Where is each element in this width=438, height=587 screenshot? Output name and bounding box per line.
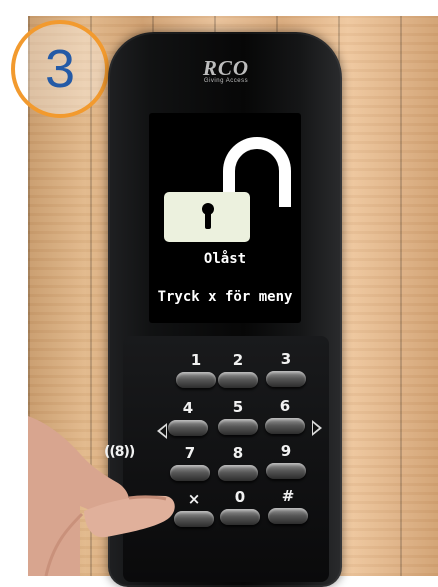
key-cap	[218, 465, 258, 481]
key-1[interactable]: 1	[172, 351, 220, 391]
key-cap	[218, 419, 258, 435]
key-hash[interactable]: #	[264, 487, 312, 527]
key-cap	[265, 418, 305, 434]
menu-prompt-text: Tryck x för meny	[157, 289, 293, 305]
key-label: 6	[279, 397, 291, 415]
key-6[interactable]: 6	[261, 397, 309, 437]
brand-tagline: Giving Access	[203, 78, 249, 84]
key-9[interactable]: 9	[262, 442, 310, 482]
key-cap	[218, 372, 258, 388]
step-number: 3	[44, 39, 76, 99]
unlocked-padlock-icon	[164, 192, 250, 242]
key-label: 5	[232, 398, 244, 416]
key-cap	[174, 511, 214, 527]
key-3[interactable]: 3	[262, 350, 310, 390]
key-cap	[266, 463, 306, 479]
key-cap	[176, 372, 216, 388]
key-label: 9	[280, 442, 292, 460]
key-0[interactable]: 0	[216, 488, 264, 528]
key-8[interactable]: 8	[214, 444, 262, 484]
key-2[interactable]: 2	[214, 351, 262, 391]
key-cap	[266, 371, 306, 387]
keyhole-icon	[200, 203, 216, 230]
hand-pressing-key	[28, 416, 175, 576]
key-5[interactable]: 5	[214, 398, 262, 438]
key-cap	[268, 508, 308, 524]
key-label: 2	[232, 351, 244, 369]
step-number-badge: 3	[11, 20, 109, 118]
key-label: 3	[280, 350, 292, 368]
key-label: 8	[232, 444, 244, 462]
key-cap	[220, 509, 260, 525]
brand-logo: RCO Giving Access	[188, 56, 264, 84]
key-label: 1	[190, 351, 202, 369]
arrow-right-icon	[312, 420, 322, 436]
key-label: #	[281, 487, 295, 505]
lock-status-text: Olåst	[203, 251, 247, 267]
lock-display-screen: Olåst Tryck x för meny	[149, 113, 301, 323]
key-label: 0	[234, 488, 246, 506]
